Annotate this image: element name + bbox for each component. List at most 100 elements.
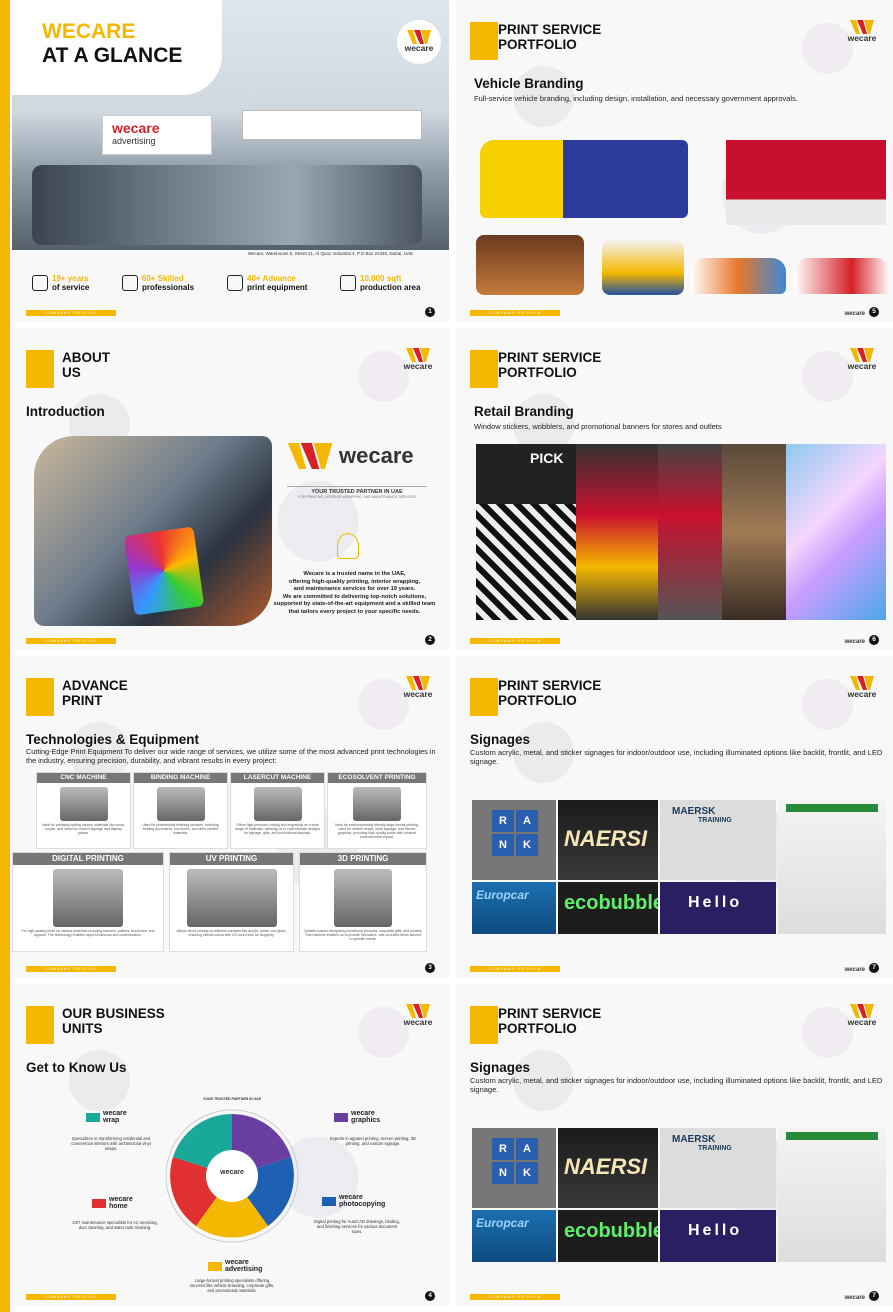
machine-card: 3D PRINTING Creates custom-designed promo… — [299, 852, 427, 952]
sign-rank: R A N K — [472, 1128, 556, 1208]
machine-image — [334, 869, 392, 927]
sign-brand: wecare — [112, 120, 160, 136]
van-photo — [602, 240, 684, 295]
footer-label: COMPANY PROFILE — [470, 966, 560, 972]
wecare-logo: wecare — [845, 20, 879, 43]
footer-label: COMPANY PROFILE — [470, 310, 560, 316]
machine-image — [156, 787, 205, 821]
address: Wecare, Warehouse 5, Street 21, Al Quoz … — [247, 251, 413, 256]
page-number: 5 — [869, 307, 879, 317]
unit-photocopying: wecare photocopying — [322, 1194, 385, 1208]
wecare-logo: wecare — [401, 676, 435, 699]
unit-advertising: wecare advertising — [208, 1259, 262, 1273]
machine-card: BINDING MACHINE Used for professional fin… — [133, 772, 228, 849]
unit-wrap: wecare wrap — [86, 1110, 127, 1124]
slide-title: PRINT SERVICE PORTFOLIO — [498, 678, 602, 708]
wecare-logo: wecare — [397, 20, 441, 64]
truck-photo — [726, 140, 886, 225]
building-icon — [340, 275, 356, 291]
machine-card: DIGITAL PRINTING For high-quality prints … — [12, 852, 164, 952]
bus-photo — [480, 140, 688, 218]
page-number: 1 — [425, 307, 435, 317]
about-logo: wecare — [287, 443, 414, 469]
page-number: 2 — [425, 635, 435, 645]
sign-rank: R A N K — [472, 800, 556, 880]
unit-graphics-desc: Experts in apparel printing, screen prin… — [329, 1136, 417, 1146]
retail-photo-window — [722, 444, 786, 620]
retail-photo-standee — [658, 444, 722, 620]
slide-title: ADVANCE PRINT — [62, 678, 128, 708]
retail-photo-shelf — [576, 444, 658, 620]
page-number: 4 — [425, 1291, 435, 1301]
slide-signages: PRINT SERVICE PORTFOLIO wecare Signages C… — [456, 656, 893, 978]
retail-photo-pick: PICK — [476, 444, 576, 620]
page-number: 3 — [425, 963, 435, 973]
sign-ecobubble: ecobubble — [558, 882, 658, 934]
slide-vehicle-branding: PRINT SERVICE PORTFOLIO wecare Vehicle Br… — [456, 0, 893, 322]
section-subtitle: Window stickers, wobblers, and promotion… — [474, 422, 722, 431]
slide-retail-branding: PRINT SERVICE PORTFOLIO wecare Retail Bra… — [456, 328, 893, 650]
tagline-sub: FOR PRINTING, INTERIOR WRAPPING, AND MAI… — [298, 495, 416, 499]
brochure-spread: WECARE AT A GLANCE wecare advertising wec… — [0, 0, 893, 1312]
wecare-w-icon — [287, 443, 333, 469]
footer-logo: wecare — [844, 967, 865, 973]
award-icon — [122, 275, 138, 291]
machine-card: LASERCUT MACHINE Offers high-precision cu… — [230, 772, 325, 849]
slide-title: PRINT SERVICE PORTFOLIO — [498, 1006, 602, 1036]
section-intro: Cutting-Edge Print Equipment To deliver … — [26, 747, 436, 765]
machine-image — [53, 869, 123, 927]
sign-hello: Hello — [660, 882, 776, 934]
section-subtitle: Custom acrylic, metal, and sticker signa… — [470, 748, 883, 766]
machine-card: UV PRINTING Allows direct printing on dif… — [169, 852, 294, 952]
wecare-logo: wecare — [845, 676, 879, 699]
car-orange-photo — [690, 258, 786, 294]
wheel-center-logo: wecare — [220, 1169, 244, 1176]
stat-professionals: 60+ Skilled professionals — [122, 274, 194, 292]
stat-area: 10,000 sqft production area — [340, 274, 420, 292]
title-accent — [470, 350, 498, 388]
unit-advertising-desc: Large-format printing specialists offeri… — [189, 1278, 275, 1293]
section-heading: Technologies & Equipment — [26, 732, 200, 747]
wecare-logo: wecare — [401, 1004, 435, 1027]
section-heading: Retail Branding — [474, 404, 574, 419]
globe-hand-icon — [32, 275, 48, 291]
footer-label: COMPANY PROFILE — [26, 310, 116, 316]
car-red-photo — [794, 258, 890, 294]
about-body: Wecare is a trusted name in the UAE, offe… — [273, 571, 436, 615]
wecare-logo: wecare — [845, 348, 879, 371]
unit-home-desc: 24/7 maintenance specialists for AC serv… — [72, 1220, 158, 1230]
machine-image — [253, 787, 302, 821]
title-accent — [26, 1006, 54, 1044]
sign-ecobubble: ecobubble — [558, 1210, 658, 1262]
unit-home: wecare home — [92, 1196, 133, 1210]
section-subtitle: Full-service vehicle branding, including… — [474, 94, 798, 103]
section-heading: Vehicle Branding — [474, 76, 584, 91]
section-subtitle: Custom acrylic, metal, and sticker signa… — [470, 1076, 883, 1094]
slide-signages-2: PRINT SERVICE PORTFOLIO wecare Signages C… — [456, 984, 893, 1306]
sign-brand-sub: advertising — [112, 136, 156, 146]
glance-title: WECARE AT A GLANCE — [42, 20, 183, 67]
food-truck-photo — [476, 235, 584, 295]
sign-europcar: Europcar — [472, 1210, 556, 1262]
section-heading: Signages — [470, 1060, 531, 1075]
safety-signs — [778, 800, 886, 934]
machine-image — [59, 787, 108, 821]
machine-card: ECOSOLVENT PRINTING Ideal for environment… — [327, 772, 427, 849]
sign-naersi: NAERSI — [558, 1128, 658, 1208]
title-accent — [26, 350, 54, 388]
team-photo — [34, 436, 272, 626]
slide-title: ABOUT US — [62, 350, 110, 380]
stat-years: 19+ years of service — [32, 274, 89, 292]
section-heading: Get to Know Us — [26, 1060, 127, 1075]
page-number: 7 — [869, 963, 879, 973]
section-heading: Introduction — [26, 404, 105, 419]
machine-image — [186, 869, 277, 927]
title-accent — [470, 1006, 498, 1044]
slide-title: OUR BUSINESS UNITS — [62, 1006, 165, 1036]
wecare-w-icon — [407, 30, 431, 44]
units-wheel — [165, 1109, 299, 1243]
page-number: 7 — [869, 1291, 879, 1301]
tagline: YOUR TRUSTED PARTNER IN UAE — [287, 486, 427, 495]
sign-maersk: MAERSK TRAINING — [660, 800, 776, 880]
unit-photocopying-desc: Digital printing for AutoCAD drawings, b… — [314, 1219, 400, 1234]
